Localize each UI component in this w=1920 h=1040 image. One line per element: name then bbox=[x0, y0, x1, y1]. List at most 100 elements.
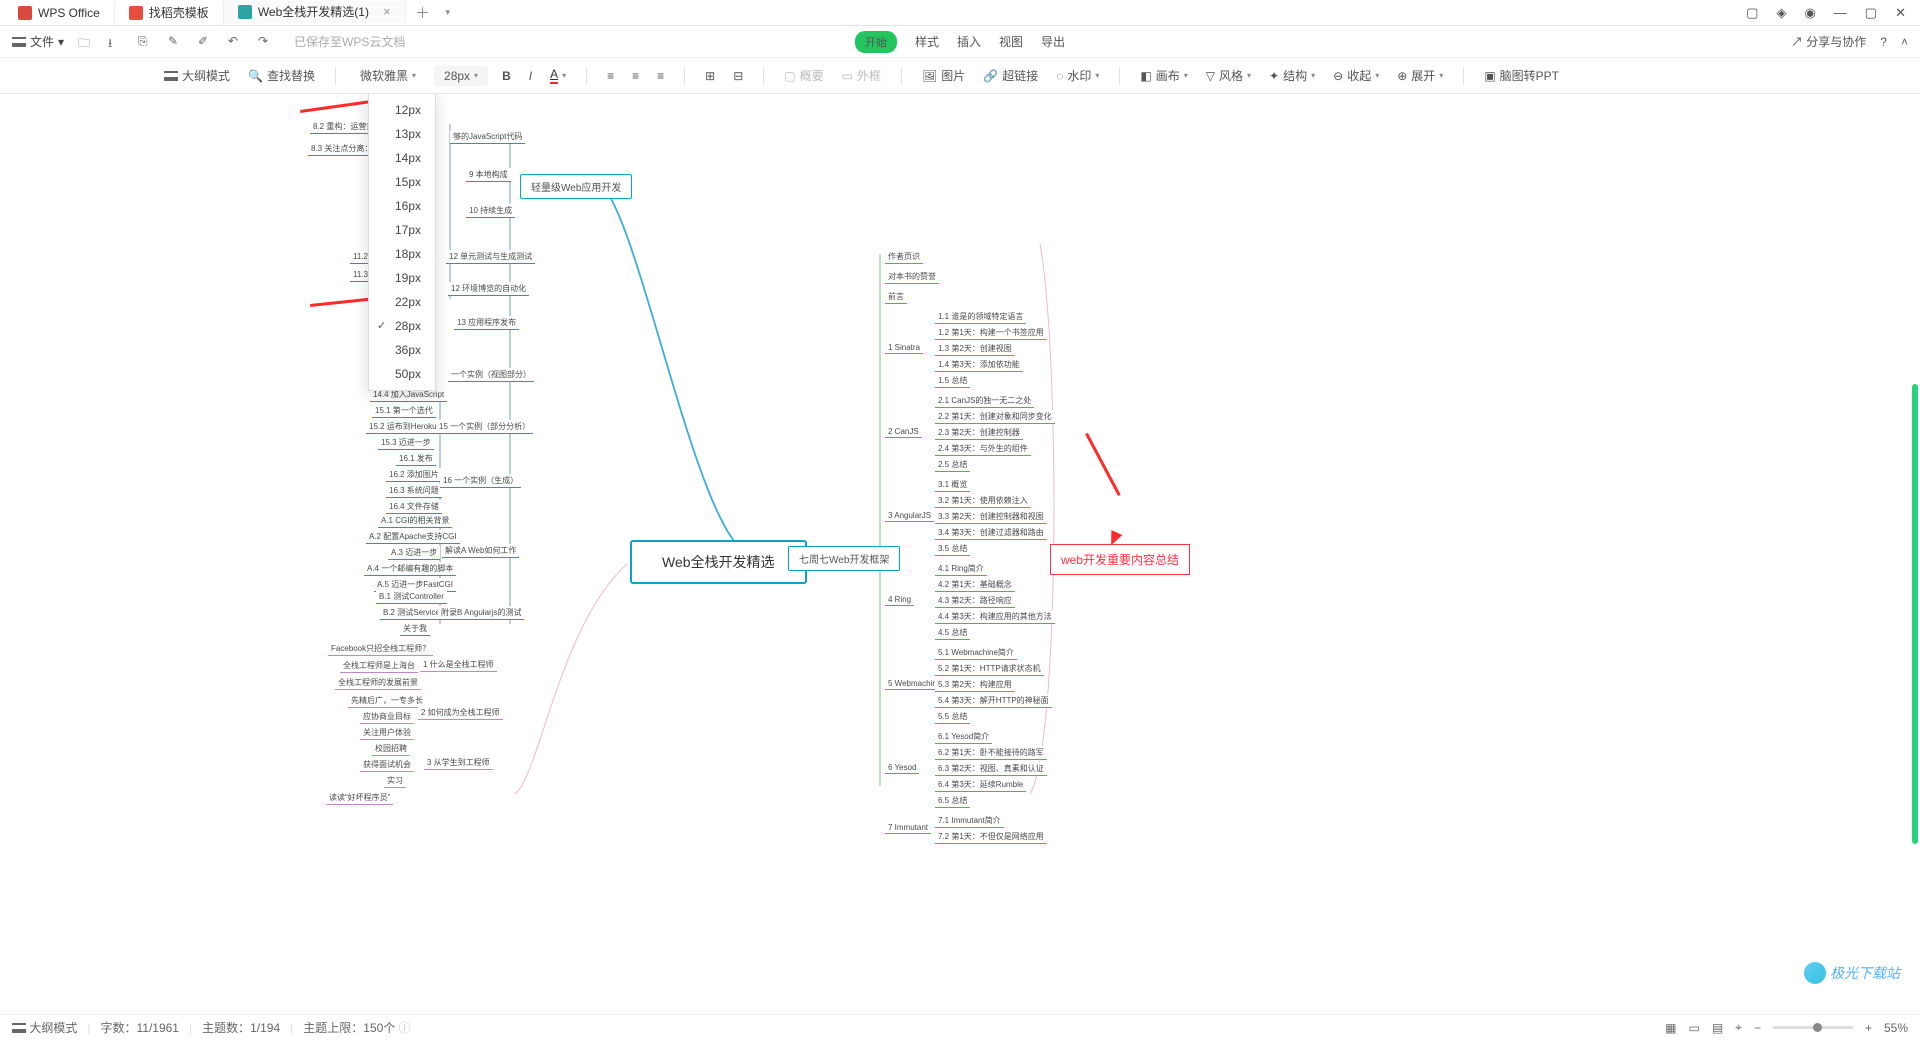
font-size-option-22px[interactable]: 22px bbox=[369, 290, 435, 314]
leaf[interactable]: 3.2 第1天：使用依赖注入 bbox=[935, 494, 1031, 508]
zoom-percent[interactable]: 55% bbox=[1884, 1021, 1908, 1035]
section-4 Ring[interactable]: 4 Ring bbox=[885, 594, 914, 606]
left-leaf[interactable]: 15.3 迈进一步 bbox=[378, 436, 434, 450]
section-1 Sinatra[interactable]: 1 Sinatra bbox=[885, 342, 923, 354]
left-leaf[interactable]: A.4 一个邮编有趣的脚本 bbox=[364, 562, 456, 576]
expand-button[interactable]: ⊕ 展开 ▾ bbox=[1393, 64, 1447, 87]
close-window-icon[interactable]: ✕ bbox=[1895, 5, 1906, 21]
leaf[interactable]: 3.3 第2天：创建控制器和视图 bbox=[935, 510, 1047, 524]
section-6 Yesod[interactable]: 6 Yesod bbox=[885, 762, 919, 774]
leaf[interactable]: 2.3 第2天：创建控制器 bbox=[935, 426, 1023, 440]
bottom-leaf[interactable]: 读读“好坏程序员” bbox=[326, 791, 393, 805]
leaf[interactable]: 4.3 第2天：路径响应 bbox=[935, 594, 1015, 608]
leaf[interactable]: 1.4 第3天：添加依功能 bbox=[935, 358, 1023, 372]
menu-view[interactable]: 视图 bbox=[999, 33, 1023, 50]
left-leaf[interactable]: 16.3 系统问题 bbox=[386, 484, 442, 498]
leaf[interactable]: 4.5 总结 bbox=[935, 626, 970, 640]
left-leaf[interactable]: 16 一个实例（生成） bbox=[440, 474, 521, 488]
bottom-leaf[interactable]: 关注用户体验 bbox=[360, 726, 414, 740]
bottom-leaf[interactable]: 2 如何成为全栈工程师 bbox=[418, 706, 503, 720]
style-button[interactable]: ▽ 风格 ▾ bbox=[1202, 64, 1255, 87]
leaf[interactable]: 4.1 Ring简介 bbox=[935, 562, 987, 576]
leaf[interactable]: 1.3 第2天：创建视图 bbox=[935, 342, 1015, 356]
user-avatar-icon[interactable]: ◉ bbox=[1804, 5, 1815, 21]
bottom-leaf[interactable]: 校园招聘 bbox=[372, 742, 410, 756]
leaf[interactable]: 2.2 第1天：创建对象和同步变化 bbox=[935, 410, 1055, 424]
leaf[interactable]: 6.1 Yesod简介 bbox=[935, 730, 992, 744]
leaf[interactable]: 7.1 Immutant简介 bbox=[935, 814, 1004, 828]
leaf[interactable]: 1.2 第1天：构建一个书签应用 bbox=[935, 326, 1047, 340]
structure-button[interactable]: ✦ 结构 ▾ bbox=[1265, 64, 1319, 87]
align-right-icon[interactable]: ≡ bbox=[653, 66, 668, 86]
left-leaf[interactable]: A.3 迈进一步 bbox=[388, 546, 440, 560]
insert-link-button[interactable]: 🔗 超链接 bbox=[979, 64, 1042, 87]
cube-icon[interactable]: ◈ bbox=[1776, 5, 1786, 21]
format-paint-icon[interactable]: ✎ bbox=[168, 34, 184, 50]
font-size-option-14px[interactable]: 14px bbox=[369, 146, 435, 170]
download-icon[interactable]: ⭳ bbox=[108, 34, 124, 50]
leaf[interactable]: 5.4 第3天：解开HTTP的神秘面 bbox=[935, 694, 1052, 708]
reader-mode-icon[interactable]: ▢ bbox=[1746, 5, 1758, 21]
frame-button[interactable]: ▭ 外框 bbox=[838, 64, 885, 87]
file-menu[interactable]: 文件 ▾ bbox=[12, 33, 64, 50]
vertical-scrollbar[interactable] bbox=[1912, 384, 1918, 844]
left-leaf[interactable]: 解读A Web如何工作 bbox=[442, 544, 519, 558]
left-leaf[interactable]: A.2 配置Apache支持CGI bbox=[366, 530, 460, 544]
left-leaf[interactable]: 15 一个实例（部分分析） bbox=[436, 420, 533, 434]
leaf[interactable]: 3.5 总结 bbox=[935, 542, 970, 556]
brush-icon[interactable]: ✐ bbox=[198, 34, 214, 50]
maximize-icon[interactable]: ▢ bbox=[1865, 5, 1877, 21]
section-作者页识[interactable]: 作者页识 bbox=[885, 250, 923, 264]
font-size-option-19px[interactable]: 19px bbox=[369, 266, 435, 290]
left-leaf[interactable]: 附录B Angularjs的测试 bbox=[438, 606, 524, 620]
font-size-dropdown[interactable]: 12px13px14px15px16px17px18px19px22px28px… bbox=[368, 94, 436, 391]
leaf[interactable]: 2.5 总结 bbox=[935, 458, 970, 472]
leaf[interactable]: 5.3 第2天：构建应用 bbox=[935, 678, 1015, 692]
canvas-button[interactable]: ◧ 画布 ▾ bbox=[1136, 64, 1191, 87]
section-3 AngularJS[interactable]: 3 AngularJS bbox=[885, 510, 934, 522]
leaf-10[interactable]: 10 持续生成 bbox=[466, 204, 515, 218]
leaf[interactable]: 6.3 第2天：视图、真素和认证 bbox=[935, 762, 1047, 776]
left-leaf[interactable]: 12 单元测试与生成测试 bbox=[446, 250, 535, 264]
bottom-leaf[interactable]: 3 从学生到工程师 bbox=[424, 756, 493, 770]
section-2 CanJS[interactable]: 2 CanJS bbox=[885, 426, 922, 438]
left-leaf[interactable]: 15.2 运布到Heroku bbox=[366, 420, 440, 434]
align-center-icon[interactable]: ≡ bbox=[628, 66, 643, 86]
status-outline[interactable]: 大纲模式 bbox=[29, 1019, 77, 1036]
collapse-button[interactable]: ⊖ 收起 ▾ bbox=[1329, 64, 1383, 87]
mindmap-to-ppt-button[interactable]: ▣ 脑图转PPT bbox=[1480, 64, 1563, 87]
leaf[interactable]: 2.1 CanJS的独一无二之处 bbox=[935, 394, 1034, 408]
leaf[interactable]: 5.2 第1天：HTTP请求状态机 bbox=[935, 662, 1044, 676]
section-前言[interactable]: 前言 bbox=[885, 290, 907, 304]
leaf[interactable]: 1.1 谁是的领域特定语言 bbox=[935, 310, 1026, 324]
font-size-option-18px[interactable]: 18px bbox=[369, 242, 435, 266]
left-leaf[interactable]: B.1 测试Controller bbox=[376, 590, 447, 604]
export-icon[interactable]: ⎘ bbox=[138, 34, 154, 50]
left-leaf[interactable]: 16.2 添加图片 bbox=[386, 468, 442, 482]
close-tab-icon[interactable]: × bbox=[383, 4, 391, 19]
locate-icon[interactable]: ⌖ bbox=[1735, 1020, 1742, 1035]
mindmap-canvas[interactable]: 12px13px14px15px16px17px18px19px22px28px… bbox=[0, 94, 1920, 1014]
bottom-leaf[interactable]: 获得面试机会 bbox=[360, 758, 414, 772]
center-node[interactable]: Web全栈开发精选 bbox=[630, 540, 807, 584]
leaf[interactable]: 2.4 第3天：与外生的组件 bbox=[935, 442, 1031, 456]
sibling-node-icon[interactable]: ⊟ bbox=[729, 66, 747, 86]
view-grid-icon[interactable]: ▦ bbox=[1665, 1021, 1676, 1035]
share-button[interactable]: ↗ 分享与协作 bbox=[1791, 33, 1866, 50]
left-leaf[interactable]: 16.1 发布 bbox=[396, 452, 436, 466]
leaf[interactable]: 4.2 第1天：基础概念 bbox=[935, 578, 1015, 592]
tab-wps-office[interactable]: WPS Office bbox=[4, 1, 115, 25]
outline-mode-button[interactable]: 大纲模式 bbox=[160, 64, 234, 87]
section-7 Immutant[interactable]: 7 Immutant bbox=[885, 822, 931, 834]
leaf-9[interactable]: 9 本地构成 bbox=[466, 168, 511, 182]
leaf[interactable]: 3.4 第3天：创建过滤器和路由 bbox=[935, 526, 1047, 540]
font-size-option-17px[interactable]: 17px bbox=[369, 218, 435, 242]
bold-button[interactable]: B bbox=[498, 66, 515, 86]
undo-icon[interactable]: ↶ bbox=[228, 34, 244, 50]
leaf[interactable]: 6.5 总结 bbox=[935, 794, 970, 808]
font-size-option-16px[interactable]: 16px bbox=[369, 194, 435, 218]
bottom-leaf[interactable]: 先精后广，一专多长 bbox=[348, 694, 426, 708]
bottom-leaf[interactable]: 应协商业目标 bbox=[360, 710, 414, 724]
leaf[interactable]: 6.2 第1天：卧不能接待的路军 bbox=[935, 746, 1047, 760]
leaf[interactable]: 3.1 概览 bbox=[935, 478, 970, 492]
